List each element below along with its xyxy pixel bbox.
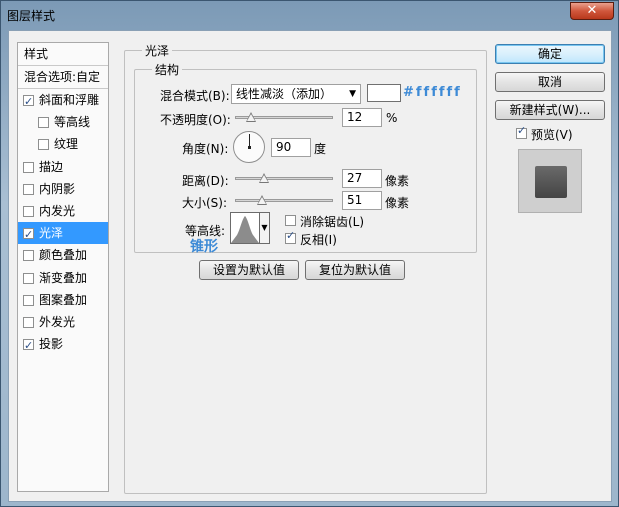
style-item-checkbox[interactable] bbox=[38, 117, 49, 129]
new-style-button[interactable]: 新建样式(W)... bbox=[495, 100, 605, 120]
chevron-down-icon: ▼ bbox=[261, 223, 268, 232]
style-item-checkbox[interactable] bbox=[23, 317, 34, 328]
style-item-checkbox[interactable] bbox=[23, 206, 34, 217]
size-unit: 像素 bbox=[385, 196, 410, 210]
color-swatch[interactable] bbox=[367, 84, 401, 102]
reset-default-button[interactable]: 复位为默认值 bbox=[305, 260, 405, 280]
antialias-label: 消除锯齿(L) bbox=[300, 215, 365, 229]
style-item-checkbox[interactable] bbox=[23, 272, 34, 284]
angle-unit: 度 bbox=[314, 142, 327, 156]
opacity-label: 不透明度(O): bbox=[160, 113, 231, 127]
distance-unit: 像素 bbox=[385, 174, 410, 188]
style-item[interactable]: 图案叠加 bbox=[18, 289, 108, 311]
style-item-label: 颜色叠加 bbox=[39, 248, 88, 263]
style-item-label: 投影 bbox=[39, 337, 64, 352]
style-item[interactable]: 颜色叠加 bbox=[18, 244, 108, 266]
style-item-label: 外发光 bbox=[39, 315, 76, 329]
style-item[interactable]: 斜面和浮雕 bbox=[18, 89, 108, 113]
style-item-checkbox[interactable] bbox=[23, 183, 34, 195]
distance-label: 距离(D): bbox=[182, 174, 229, 188]
style-item-label: 光泽 bbox=[39, 226, 64, 241]
blend-options-item[interactable]: 混合选项:自定 bbox=[18, 66, 108, 88]
style-item[interactable]: 外发光 bbox=[18, 311, 108, 333]
contour-picker[interactable] bbox=[230, 212, 260, 244]
preview-thumbnail bbox=[518, 149, 582, 213]
close-icon: ✕ bbox=[586, 3, 598, 18]
cancel-button[interactable]: 取消 bbox=[495, 72, 605, 92]
title-bar[interactable]: 图层样式 ✕ bbox=[1, 1, 619, 29]
make-default-button[interactable]: 设置为默认值 bbox=[199, 260, 299, 280]
style-item-label: 渐变叠加 bbox=[39, 270, 88, 285]
slider-thumb[interactable] bbox=[258, 173, 269, 183]
dialog-client: 样式 混合选项:自定 斜面和浮雕等高线纹理描边内阴影内发光光泽颜色叠加渐变叠加图… bbox=[8, 30, 612, 502]
style-item[interactable]: 内阴影 bbox=[18, 178, 108, 200]
preview-swatch bbox=[535, 166, 567, 198]
slider-track bbox=[235, 199, 333, 202]
style-item[interactable]: 描边 bbox=[18, 156, 108, 178]
blend-mode-value: 线性减淡（添加） bbox=[236, 87, 333, 101]
close-button[interactable]: ✕ bbox=[570, 2, 614, 20]
contour-name: 锥形 bbox=[190, 239, 218, 255]
angle-input[interactable]: 90 bbox=[271, 138, 311, 157]
contour-dropdown[interactable]: ▼ bbox=[260, 212, 270, 244]
satin-group-title: 光泽 bbox=[142, 42, 173, 59]
style-item-label: 等高线 bbox=[54, 115, 91, 130]
angle-label: 角度(N): bbox=[182, 142, 229, 156]
style-item[interactable]: 内发光 bbox=[18, 200, 108, 222]
style-item[interactable]: 投影 bbox=[18, 333, 108, 357]
chevron-down-icon: ▼ bbox=[349, 89, 356, 99]
color-hex-label: #ffffff bbox=[403, 85, 462, 100]
opacity-unit: % bbox=[386, 111, 398, 125]
style-item-checkbox[interactable] bbox=[23, 224, 34, 246]
blend-mode-label: 混合模式(B): bbox=[160, 89, 230, 103]
slider-thumb[interactable] bbox=[257, 195, 267, 205]
style-item[interactable]: 等高线 bbox=[18, 111, 108, 133]
style-item[interactable]: 纹理 bbox=[18, 133, 108, 155]
style-list-header[interactable]: 样式 bbox=[18, 43, 108, 65]
cone-contour-icon bbox=[231, 216, 259, 243]
style-item-checkbox[interactable] bbox=[23, 91, 34, 113]
style-item-checkbox[interactable] bbox=[23, 250, 34, 262]
opacity-input[interactable]: 12 bbox=[342, 108, 382, 127]
style-item-checkbox[interactable] bbox=[23, 335, 34, 357]
structure-group-title: 结构 bbox=[152, 61, 183, 78]
style-item-label: 描边 bbox=[39, 159, 64, 174]
size-input[interactable]: 51 bbox=[342, 191, 382, 210]
ok-button[interactable]: 确定 bbox=[495, 44, 605, 64]
angle-dial[interactable] bbox=[233, 131, 265, 163]
style-item[interactable]: 光泽 bbox=[18, 222, 108, 246]
blend-mode-select[interactable]: 线性减淡（添加） ▼ bbox=[231, 84, 361, 104]
style-item-checkbox[interactable] bbox=[23, 161, 34, 173]
style-list: 样式 混合选项:自定 斜面和浮雕等高线纹理描边内阴影内发光光泽颜色叠加渐变叠加图… bbox=[17, 42, 109, 492]
style-item-label: 内阴影 bbox=[39, 181, 76, 196]
invert-checkbox[interactable] bbox=[285, 229, 296, 244]
style-item-label: 斜面和浮雕 bbox=[39, 93, 100, 107]
style-item[interactable]: 渐变叠加 bbox=[18, 267, 108, 289]
style-item-checkbox[interactable] bbox=[23, 294, 34, 306]
invert-label: 反相(I) bbox=[300, 233, 337, 247]
opacity-slider[interactable] bbox=[235, 111, 333, 125]
style-item-checkbox[interactable] bbox=[38, 139, 49, 151]
distance-input[interactable]: 27 bbox=[342, 169, 382, 188]
preview-checkbox[interactable] bbox=[516, 124, 527, 139]
style-item-label: 内发光 bbox=[39, 204, 76, 218]
angle-center bbox=[248, 146, 251, 149]
distance-slider[interactable] bbox=[235, 172, 333, 186]
size-slider[interactable] bbox=[235, 194, 333, 208]
style-item-label: 图案叠加 bbox=[39, 292, 88, 307]
size-label: 大小(S): bbox=[182, 196, 228, 210]
slider-track bbox=[235, 177, 333, 180]
preview-label: 预览(V) bbox=[531, 128, 573, 142]
layer-style-window: 图层样式 ✕ 样式 混合选项:自定 斜面和浮雕等高线纹理描边内阴影内发光光泽颜色… bbox=[0, 0, 619, 507]
antialias-checkbox[interactable] bbox=[285, 215, 296, 226]
slider-thumb[interactable] bbox=[245, 112, 256, 122]
style-item-label: 纹理 bbox=[54, 137, 79, 152]
window-title: 图层样式 bbox=[7, 9, 56, 23]
